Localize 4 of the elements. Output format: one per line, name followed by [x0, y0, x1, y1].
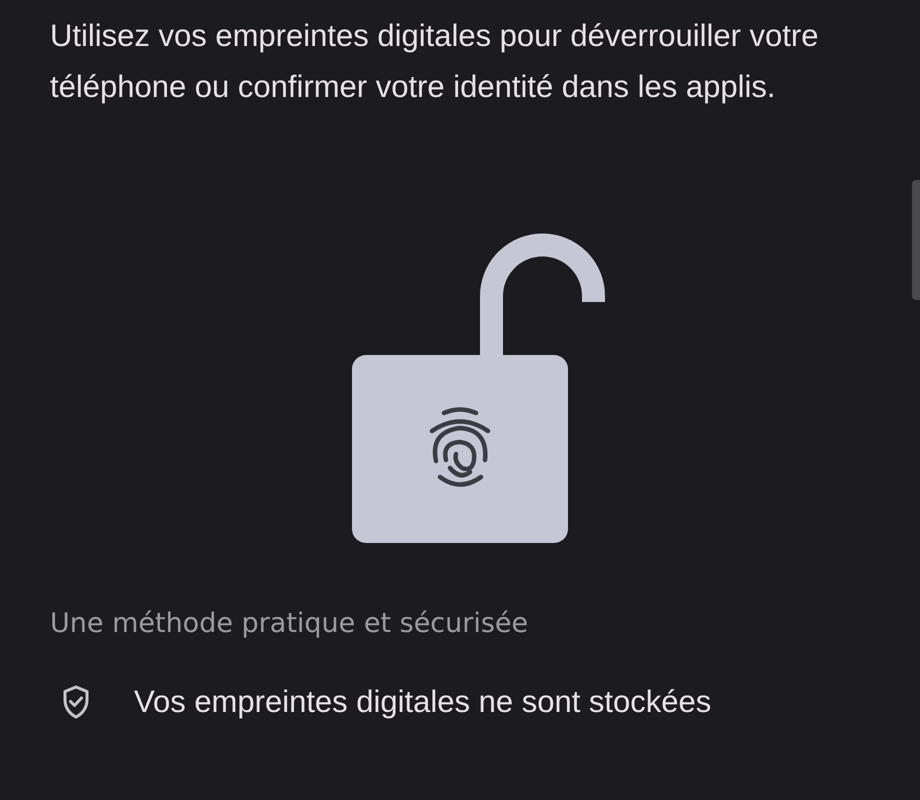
intro-text: Utilisez vos empreintes digitales pour déverrouiller votre téléphone ou confirmer votre identité dans les applis.: [50, 17, 820, 106]
point-text: Vos empreintes digitales ne sont stockées: [134, 683, 712, 721]
section-heading: Une méthode pratique et sécurisée: [50, 607, 530, 641]
shield-check-icon: [62, 685, 90, 719]
